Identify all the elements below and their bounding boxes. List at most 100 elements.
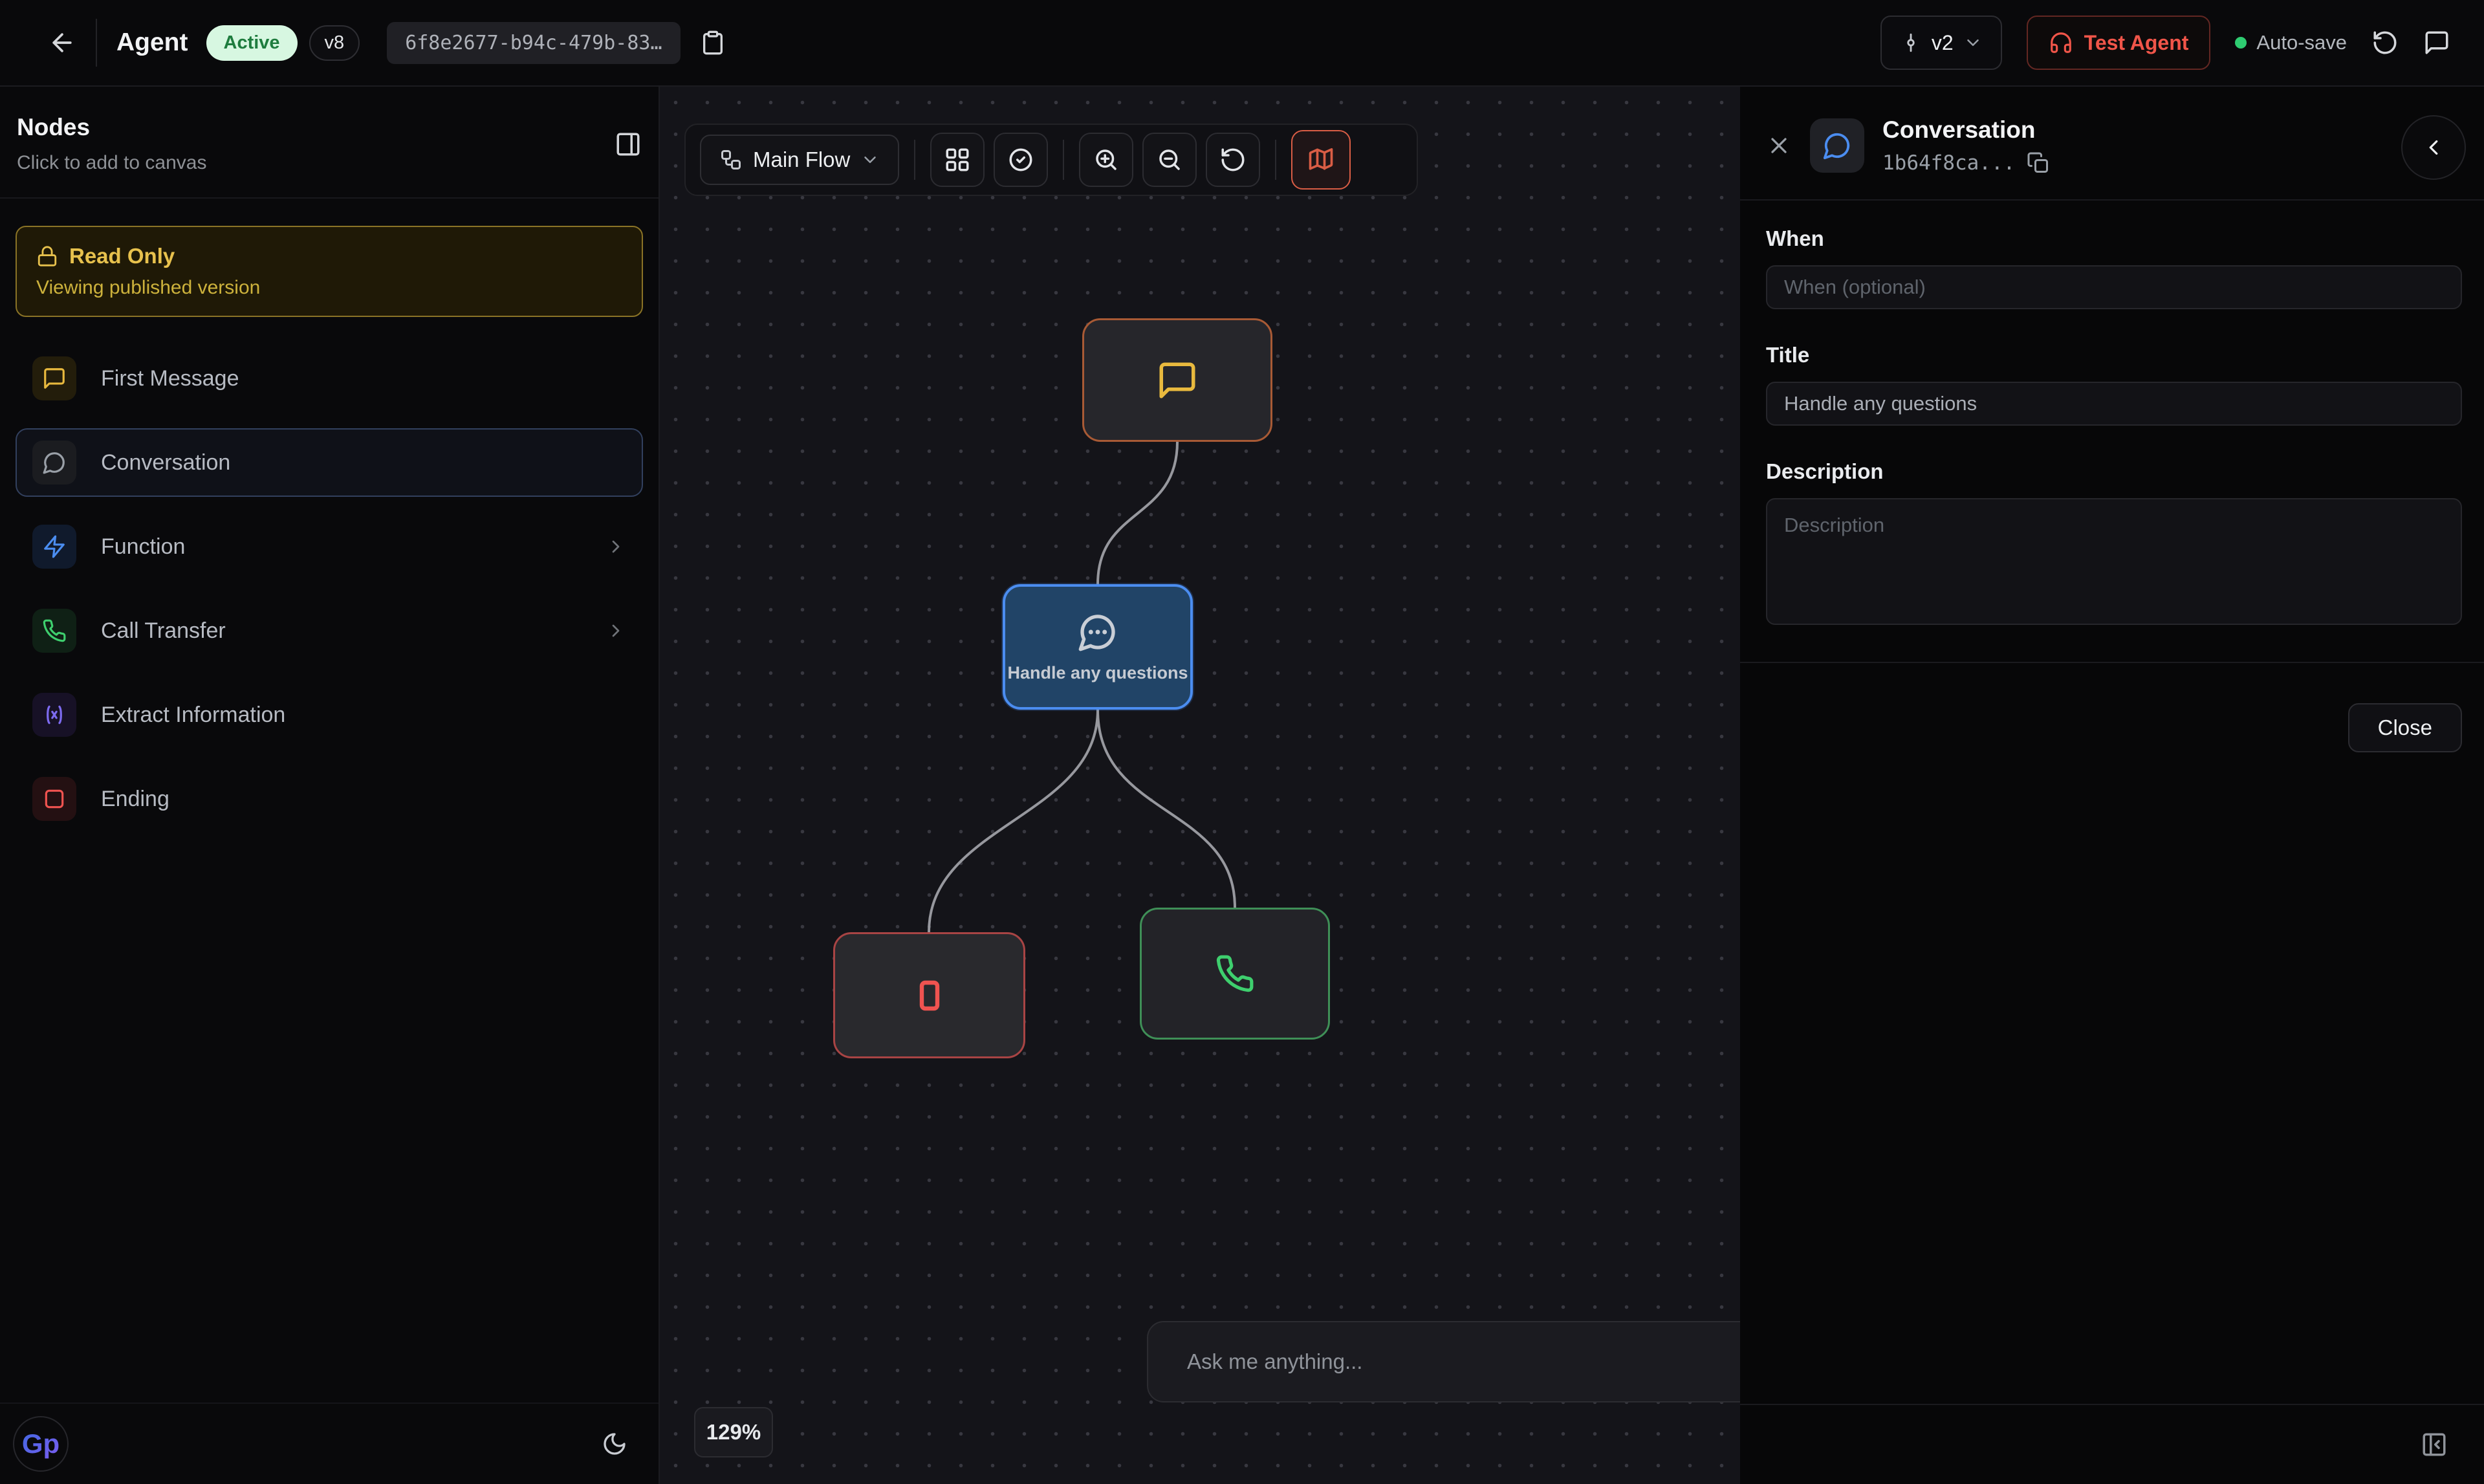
title-input[interactable] — [1766, 382, 2462, 426]
sidebar-item-conversation[interactable]: Conversation — [16, 428, 643, 497]
sidebar-item-label: Ending — [101, 787, 626, 812]
canvas-node-first-message[interactable] — [1082, 318, 1272, 442]
flow-edges — [660, 87, 1740, 1484]
sidebar-footer: Gp — [0, 1402, 659, 1484]
node-type-tile — [32, 356, 76, 400]
copy-icon — [2027, 151, 2050, 175]
app-logo-monogram: Gp — [22, 1428, 60, 1459]
auto-layout-button[interactable] — [930, 133, 985, 187]
headphones-icon — [2049, 30, 2073, 55]
panel-body: When Title Description Close — [1740, 201, 2484, 752]
readonly-banner: Read Only Viewing published version — [16, 226, 643, 317]
panel-left-close-icon — [2421, 1431, 2448, 1458]
back-button[interactable] — [48, 28, 76, 57]
rotate-ccw-icon — [2371, 29, 2399, 56]
readonly-title: Read Only — [69, 244, 175, 268]
git-commit-icon — [1900, 32, 1922, 54]
sidebar-item-function[interactable]: Function — [16, 512, 643, 581]
sidebar-item-first-message[interactable]: First Message — [16, 344, 643, 413]
node-type-tile — [32, 441, 76, 485]
layout-grid-icon — [944, 146, 971, 173]
history-button[interactable] — [2371, 29, 2399, 56]
chevron-down-icon — [860, 150, 880, 169]
sidebar-item-ending[interactable]: Ending — [16, 765, 643, 833]
minimap-toggle-button[interactable] — [1291, 130, 1351, 190]
zoom-in-button[interactable] — [1079, 133, 1133, 187]
reset-view-button[interactable] — [1206, 133, 1260, 187]
toolbar-divider — [1275, 140, 1276, 180]
chat-bubble-icon — [2423, 29, 2450, 56]
chevron-down-icon — [1963, 33, 1983, 52]
canvas-node-ending[interactable] — [833, 932, 1025, 1058]
node-type-list: First Message Conversation Function Ca — [0, 344, 659, 833]
message-square-icon — [1156, 359, 1199, 402]
flow-canvas[interactable]: Main Flow — [660, 87, 1740, 1484]
nodes-sidebar: Nodes Click to add to canvas Read Only V… — [0, 87, 660, 1484]
lock-icon — [36, 245, 58, 267]
topbar-actions: v2 Test Agent Auto-save — [1880, 16, 2450, 70]
dark-mode-toggle[interactable] — [602, 1431, 627, 1457]
ask-ai-input[interactable] — [1147, 1321, 1740, 1402]
agent-builder-app: Agent Active v8 6f8e2677-b94c-479b-83… v… — [0, 0, 2484, 1484]
page-title: Agent — [116, 28, 188, 57]
version-badge: v8 — [309, 25, 360, 61]
feedback-button[interactable] — [2423, 29, 2450, 56]
clipboard-icon — [700, 30, 726, 56]
zoom-out-icon — [1156, 146, 1183, 173]
canvas-node-conversation[interactable]: Handle any questions — [1003, 584, 1193, 710]
zoom-out-button[interactable] — [1142, 133, 1197, 187]
canvas-node-call-transfer[interactable] — [1140, 908, 1330, 1040]
edge-conversation-to-ending — [929, 710, 1098, 932]
sidebar-header-divider — [0, 197, 659, 199]
sidebar-item-label: Extract Information — [101, 703, 626, 728]
when-input[interactable] — [1766, 265, 2462, 309]
close-button[interactable]: Close — [2348, 703, 2462, 752]
test-agent-button[interactable]: Test Agent — [2027, 16, 2211, 70]
agent-id-field[interactable]: 6f8e2677-b94c-479b-83… — [387, 22, 680, 64]
sidebar-item-label: Conversation — [101, 450, 626, 475]
copy-agent-id-button[interactable] — [700, 30, 726, 56]
panel-footer — [1740, 1404, 2484, 1484]
panel-collapse-button[interactable] — [2401, 115, 2466, 180]
map-icon — [1307, 146, 1335, 174]
rotate-ccw-icon — [1219, 146, 1247, 173]
sidebar-header: Nodes Click to add to canvas — [0, 87, 659, 174]
rounded-rect-icon — [909, 975, 950, 1016]
validate-flow-button[interactable] — [994, 133, 1048, 187]
circle-check-icon — [1007, 146, 1034, 173]
message-square-icon — [42, 366, 67, 391]
sidebar-item-extract-information[interactable]: Extract Information — [16, 681, 643, 749]
version-selector[interactable]: v2 — [1880, 16, 2002, 70]
panel-node-tile — [1810, 118, 1864, 173]
title-label: Title — [1766, 343, 2462, 367]
sidebar-item-label: First Message — [101, 366, 626, 391]
copy-node-id-button[interactable] — [2027, 151, 2050, 175]
collapse-panel-button[interactable] — [2421, 1431, 2448, 1458]
status-badge: Active — [206, 25, 298, 61]
description-label: Description — [1766, 459, 2462, 484]
panel-title: Conversation — [1882, 116, 2050, 144]
autosave-status: Auto-save — [2235, 31, 2347, 54]
description-textarea[interactable] — [1766, 498, 2462, 625]
chevron-right-icon — [605, 620, 626, 641]
node-type-tile — [32, 609, 76, 653]
flow-selector[interactable]: Main Flow — [700, 135, 899, 185]
canvas-toolbar: Main Flow — [684, 124, 1418, 196]
panel-right-icon — [615, 131, 642, 158]
edge-first-to-conversation — [1098, 442, 1177, 584]
collapse-sidebar-button[interactable] — [615, 114, 642, 174]
readonly-subtitle: Viewing published version — [36, 277, 622, 299]
panel-close-x-button[interactable] — [1766, 133, 1792, 158]
flow-selector-value: Main Flow — [753, 147, 850, 172]
autosave-dot-icon — [2235, 37, 2247, 49]
topbar: Agent Active v8 6f8e2677-b94c-479b-83… v… — [0, 0, 2484, 87]
node-type-tile — [32, 777, 76, 821]
toolbar-divider — [1063, 140, 1064, 180]
square-icon — [42, 787, 67, 811]
node-label: Handle any questions — [1007, 663, 1188, 683]
zoom-level-badge: 129% — [694, 1407, 773, 1457]
sidebar-item-call-transfer[interactable]: Call Transfer — [16, 596, 643, 665]
sidebar-item-label: Function — [101, 534, 581, 560]
app-logo[interactable]: Gp — [13, 1416, 69, 1472]
panel-divider — [1740, 662, 2484, 663]
